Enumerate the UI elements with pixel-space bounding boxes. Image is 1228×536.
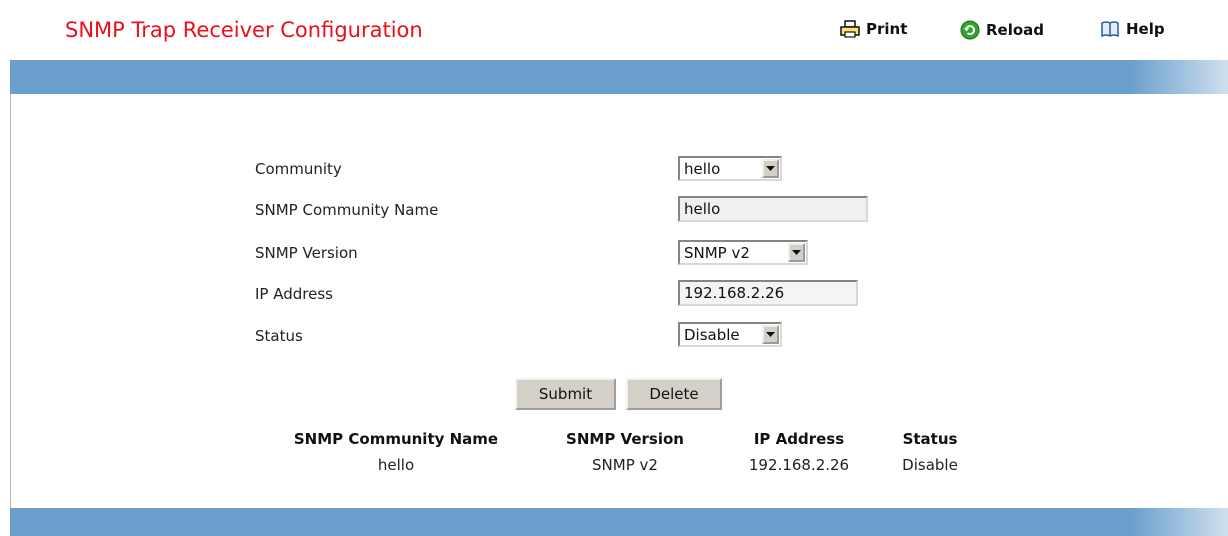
- community-name-field[interactable]: [678, 196, 868, 222]
- table-cell-status: Disable: [902, 456, 958, 474]
- table-cell-ip-address: 192.168.2.26: [748, 456, 850, 474]
- table-cell-snmp-version: SNMP v2: [592, 456, 658, 474]
- reload-button[interactable]: Reload: [960, 20, 1044, 40]
- column-header-snmp-version: SNMP Version: [566, 430, 684, 448]
- header-band: [10, 60, 1228, 94]
- snmp-version-select[interactable]: SNMP v2: [678, 240, 808, 265]
- table-cell-community-name: hello: [377, 456, 415, 474]
- page-title: SNMP Trap Receiver Configuration: [65, 18, 423, 42]
- submit-button[interactable]: Submit: [515, 378, 616, 410]
- help-label: Help: [1126, 20, 1165, 38]
- dropdown-arrow-icon: [762, 159, 779, 178]
- community-select[interactable]: hello: [678, 156, 782, 181]
- column-header-status: Status: [902, 430, 958, 448]
- snmp-version-label: SNMP Version: [255, 244, 358, 262]
- print-label: Print: [866, 20, 908, 38]
- community-label: Community: [255, 160, 342, 178]
- ip-address-label: IP Address: [255, 285, 333, 303]
- print-button[interactable]: Print: [840, 20, 907, 38]
- community-name-label: SNMP Community Name: [255, 201, 439, 219]
- dropdown-arrow-icon: [788, 243, 805, 262]
- dropdown-arrow-icon: [762, 325, 779, 344]
- column-header-community-name: SNMP Community Name: [293, 430, 499, 448]
- help-button[interactable]: Help: [1100, 20, 1165, 38]
- book-icon: [1101, 21, 1119, 38]
- ip-address-field[interactable]: [678, 280, 858, 306]
- status-select-value: Disable: [684, 325, 740, 344]
- column-header-ip-address: IP Address: [753, 430, 845, 448]
- reload-label: Reload: [986, 21, 1045, 39]
- snmp-version-select-value: SNMP v2: [684, 243, 750, 262]
- delete-button[interactable]: Delete: [626, 378, 722, 410]
- community-select-value: hello: [684, 159, 721, 178]
- printer-icon: [840, 20, 860, 38]
- status-select[interactable]: Disable: [678, 322, 782, 347]
- reload-icon: [960, 20, 980, 40]
- status-label: Status: [255, 327, 303, 345]
